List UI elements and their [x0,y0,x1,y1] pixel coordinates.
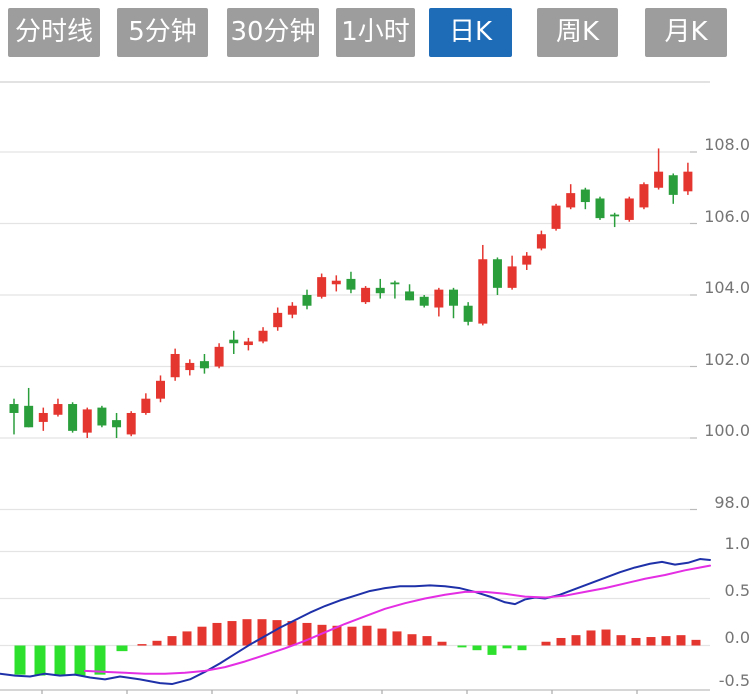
price-axis-label-106: 106.0 [698,208,750,226]
price-axis-label-108: 108.0 [698,136,750,154]
macd-axis-label-05: 0.5 [698,582,750,600]
price-axis-label-100: 100.0 [698,422,750,440]
macd-axis-label-neg05: -0.5 [698,672,750,690]
kline-app: 分时线 5分钟 30分钟 1小时 日K 周K 月K 108.0 106.0 10… [0,0,755,694]
price-axis-label-104: 104.0 [698,279,750,297]
macd-axis-label-0: 0.0 [698,629,750,647]
price-axis-label-98: 98.0 [698,494,750,512]
macd-axis-label-1: 1.0 [698,535,750,553]
price-axis-label-102: 102.0 [698,351,750,369]
kline-chart-canvas[interactable] [0,0,755,694]
